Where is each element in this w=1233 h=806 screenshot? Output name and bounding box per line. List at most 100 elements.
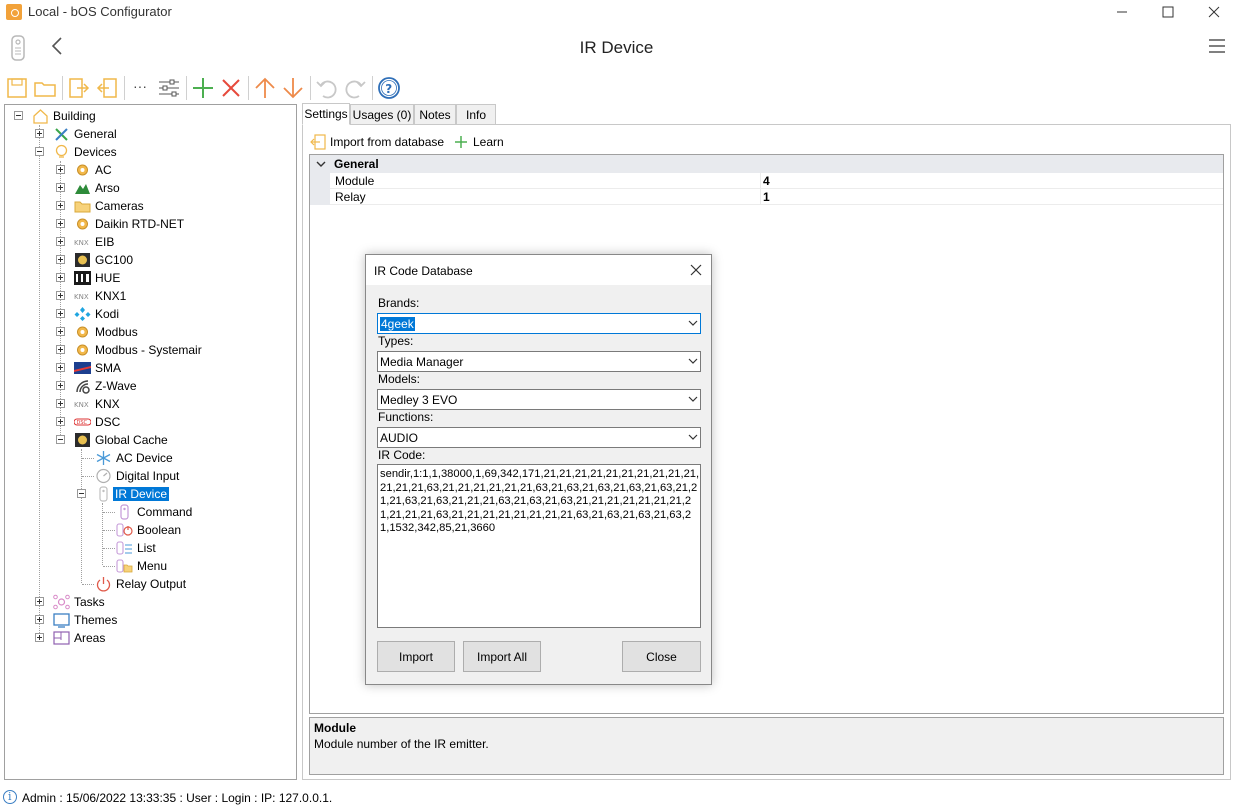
more-button[interactable]: ··· [128, 75, 154, 101]
import-all-button[interactable]: Import All [463, 641, 541, 672]
expand-toggle[interactable] [56, 363, 65, 372]
property-value[interactable]: 1 [763, 190, 770, 204]
properties-button[interactable] [156, 75, 182, 101]
expand-toggle[interactable] [35, 633, 44, 642]
collapse-toggle[interactable] [35, 147, 44, 156]
tree-node-zwave[interactable]: Z-Wave [5, 377, 295, 395]
ir-code-textarea[interactable]: sendir,1:1,1,38000,1,69,342,171,21,21,21… [377, 464, 701, 628]
category-label: General [334, 157, 379, 171]
help-button[interactable]: ? [376, 75, 402, 101]
expand-toggle[interactable] [35, 597, 44, 606]
import-from-database-button[interactable]: Import from database [310, 132, 450, 152]
tree-node-ir-device[interactable]: IR Device [5, 485, 295, 503]
collapse-toggle[interactable] [14, 111, 23, 120]
collapse-toggle[interactable] [56, 435, 65, 444]
tree-node-eib[interactable]: KNX EIB [5, 233, 295, 251]
expand-toggle[interactable] [56, 255, 65, 264]
expand-toggle[interactable] [56, 219, 65, 228]
types-select[interactable]: Media Manager [377, 351, 701, 372]
expand-toggle[interactable] [35, 615, 44, 624]
tree-node-cameras[interactable]: Cameras [5, 197, 295, 215]
maximize-icon [1162, 6, 1174, 18]
learn-button[interactable]: Learn [453, 132, 513, 152]
functions-select[interactable]: AUDIO [377, 427, 701, 448]
tree-node-areas[interactable]: Areas [5, 629, 295, 647]
save-button[interactable] [4, 75, 30, 101]
tree-node-sma[interactable]: SMA [5, 359, 295, 377]
models-label: Models: [378, 372, 421, 386]
tree-node-ac-device[interactable]: AC Device [5, 449, 295, 467]
tree-node-hue[interactable]: HUE [5, 269, 295, 287]
tree-label: Arso [95, 181, 120, 195]
status-text: Admin : 15/06/2022 13:33:35 : User : Log… [22, 791, 333, 805]
expand-toggle[interactable] [56, 165, 65, 174]
tree-node-modbus-systemair[interactable]: Modbus - Systemair [5, 341, 295, 359]
tab-settings[interactable]: Settings [302, 103, 350, 125]
dialog-close-icon[interactable] [689, 263, 703, 277]
tab-usages[interactable]: Usages (0) [350, 104, 414, 125]
expand-toggle[interactable] [35, 129, 44, 138]
tree-node-boolean[interactable]: Boolean [5, 521, 295, 539]
add-button[interactable] [190, 75, 216, 101]
tree-node-gc100[interactable]: GC100 [5, 251, 295, 269]
tab-info[interactable]: Info [456, 104, 496, 125]
import-button[interactable] [66, 75, 92, 101]
expand-toggle[interactable] [56, 381, 65, 390]
tree-node-dsc[interactable]: DSC DSC [5, 413, 295, 431]
tree-node-daikin[interactable]: Daikin RTD-NET [5, 215, 295, 233]
ir-code-text: sendir,1:1,1,38000,1,69,342,171,21,21,21… [380, 468, 700, 534]
tree-node-devices[interactable]: Devices [5, 143, 295, 161]
property-row-relay[interactable]: Relay 1 [310, 189, 1223, 205]
open-button[interactable] [32, 75, 58, 101]
tree-node-general[interactable]: General [5, 125, 295, 143]
close-button[interactable]: Close [622, 641, 701, 672]
expand-toggle[interactable] [56, 309, 65, 318]
expand-toggle[interactable] [56, 399, 65, 408]
minimize-button[interactable] [1099, 0, 1145, 24]
collapse-toggle[interactable] [77, 489, 86, 498]
window-close-button[interactable] [1191, 0, 1233, 24]
tree-node-relay-output[interactable]: Relay Output [5, 575, 295, 593]
expand-toggle[interactable] [56, 417, 65, 426]
expand-toggle[interactable] [56, 291, 65, 300]
tree-node-ac[interactable]: AC [5, 161, 295, 179]
tree-node-knx[interactable]: KNX KNX [5, 395, 295, 413]
tree-node-building[interactable]: Building [5, 107, 295, 125]
hamburger-menu-icon[interactable] [1208, 38, 1226, 54]
remote-icon [99, 486, 108, 502]
tree-node-list[interactable]: List [5, 539, 295, 557]
move-up-button[interactable] [252, 75, 278, 101]
tree-node-kodi[interactable]: Kodi [5, 305, 295, 323]
delete-button[interactable] [218, 75, 244, 101]
tree-label: Digital Input [116, 469, 180, 483]
import-button[interactable]: Import [377, 641, 455, 672]
undo-button[interactable] [314, 75, 340, 101]
expand-toggle[interactable] [56, 201, 65, 210]
tree-node-arso[interactable]: Arso [5, 179, 295, 197]
property-row-module[interactable]: Module 4 [310, 173, 1223, 189]
tree-node-command[interactable]: Command [5, 503, 295, 521]
tree-node-digital-input[interactable]: Digital Input [5, 467, 295, 485]
tab-notes[interactable]: Notes [414, 104, 456, 125]
tree-node-global-cache[interactable]: Global Cache [5, 431, 295, 449]
tree-node-tasks[interactable]: Tasks [5, 593, 295, 611]
category-general[interactable]: General [310, 155, 1223, 173]
brands-select[interactable]: 4geek [377, 313, 701, 334]
tree-label: Kodi [95, 307, 120, 321]
move-down-button[interactable] [280, 75, 306, 101]
property-value[interactable]: 4 [763, 174, 770, 188]
expand-toggle[interactable] [56, 345, 65, 354]
expand-toggle[interactable] [56, 273, 65, 282]
tree-node-menu[interactable]: Menu [5, 557, 295, 575]
tree-node-modbus[interactable]: Modbus [5, 323, 295, 341]
expand-toggle[interactable] [56, 327, 65, 336]
expand-toggle[interactable] [56, 183, 65, 192]
expand-toggle[interactable] [56, 237, 65, 246]
tree-node-knx1[interactable]: KNX KNX1 [5, 287, 295, 305]
export-button[interactable] [94, 75, 120, 101]
maximize-button[interactable] [1145, 0, 1191, 24]
models-select[interactable]: Medley 3 EVO [377, 389, 701, 410]
redo-button[interactable] [342, 75, 368, 101]
chevron-down-icon[interactable] [316, 159, 326, 169]
tree-node-themes[interactable]: Themes [5, 611, 295, 629]
